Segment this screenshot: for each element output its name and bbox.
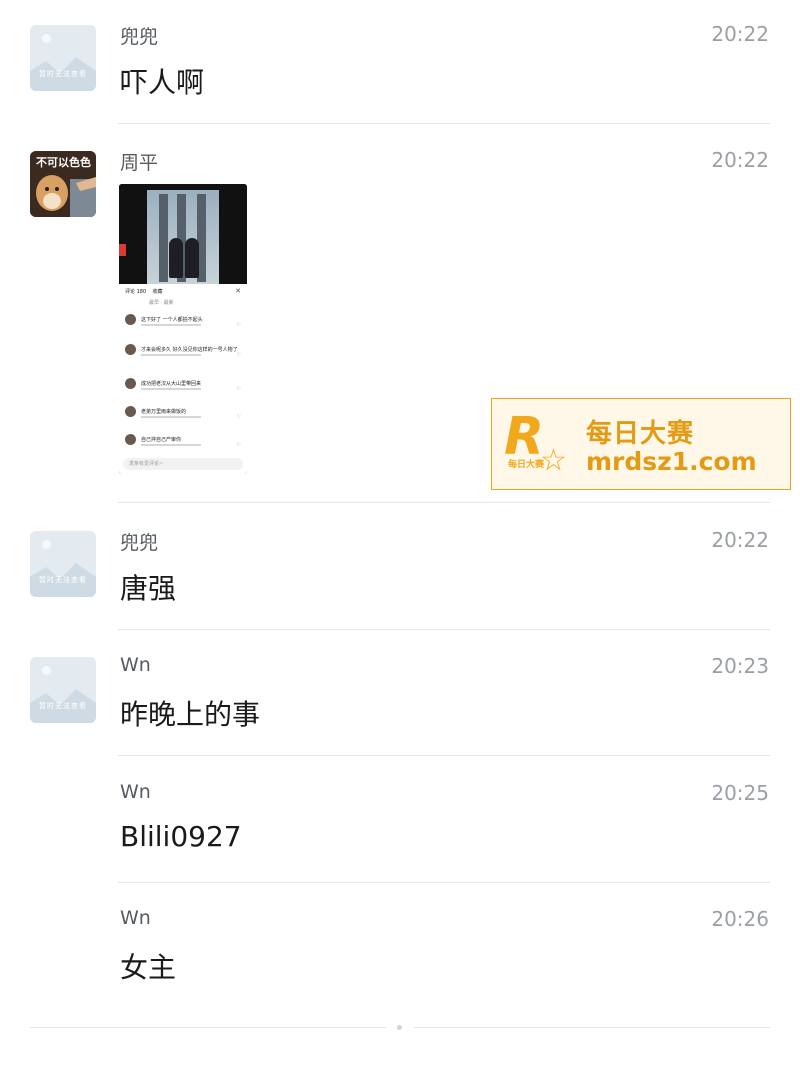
avatar[interactable]: 暂时无法查看 [30,25,96,91]
sender-name: Wn [120,654,151,676]
watermark-name: 每日大赛 [586,419,695,449]
avatar-placeholder-text: 暂时无法查看 [39,576,87,584]
avatar-caption: 不可以色色 [36,156,91,169]
sender-name: 周平 [120,152,159,174]
sun-icon [42,34,51,43]
video-frame [119,184,247,286]
watermark-url: mrdsz1.com [586,447,757,476]
divider [118,502,770,503]
sender-name: Wn [120,781,151,803]
star-icon: ☆ [540,443,567,478]
message-text: 吓人啊 [120,66,205,99]
avatar-placeholder-text: 暂时无法查看 [39,702,87,710]
sender-name: 兜兜 [120,532,159,554]
sort-label: 最早 · 最新 [149,300,174,306]
sun-icon [42,666,51,675]
avatar[interactable]: 不可以色色 [30,151,96,217]
list-end-divider [30,1027,386,1028]
comment-sheet: 评论 180 收藏 ✕ 最早 · 最新 这下好了 一个人都拍不起头 ♡ 才来会呢多… [119,284,247,474]
like-icon: ♡ [236,352,241,358]
close-icon: ✕ [235,287,241,295]
sender-name: Wn [120,907,151,929]
image-message[interactable]: 评论 180 收藏 ✕ 最早 · 最新 这下好了 一个人都拍不起头 ♡ 才来会呢多… [119,184,247,474]
divider [118,629,770,630]
comment-input: 发条有爱评论~ [123,458,243,470]
avatar[interactable]: 暂时无法查看 [30,531,96,597]
avatar-placeholder-text: 暂时无法查看 [39,70,87,78]
timestamp: 20:23 [711,654,769,678]
message-text: Blili0927 [120,820,242,853]
message-text: 女主 [120,951,177,984]
like-icon: ♡ [236,322,241,328]
divider [118,755,770,756]
sender-name: 兜兜 [120,26,159,48]
message-text: 昨晚上的事 [120,698,261,731]
list-end-divider [414,1027,770,1028]
timestamp: 20:22 [711,528,769,552]
timestamp: 20:25 [711,781,769,805]
tab-favorites: 收藏 [152,289,163,295]
watermark: R ☆ 每日大赛 每日大赛 mrdsz1.com [491,398,791,490]
live-badge-icon [119,244,126,256]
message-text: 唐强 [120,572,177,605]
timestamp: 20:22 [711,22,769,46]
like-icon: ♡ [236,386,241,392]
like-icon: ♡ [236,442,241,448]
divider [118,882,770,883]
like-icon: ♡ [236,414,241,420]
divider [118,123,770,124]
list-end-dot [397,1025,402,1030]
comment-tabs: 评论 180 收藏 [125,288,163,295]
timestamp: 20:26 [711,907,769,931]
timestamp: 20:22 [711,148,769,172]
sun-icon [42,540,51,549]
watermark-logo-text: 每日大赛 [508,460,545,470]
avatar[interactable]: 暂时无法查看 [30,657,96,723]
tab-comments: 评论 180 [125,289,147,295]
